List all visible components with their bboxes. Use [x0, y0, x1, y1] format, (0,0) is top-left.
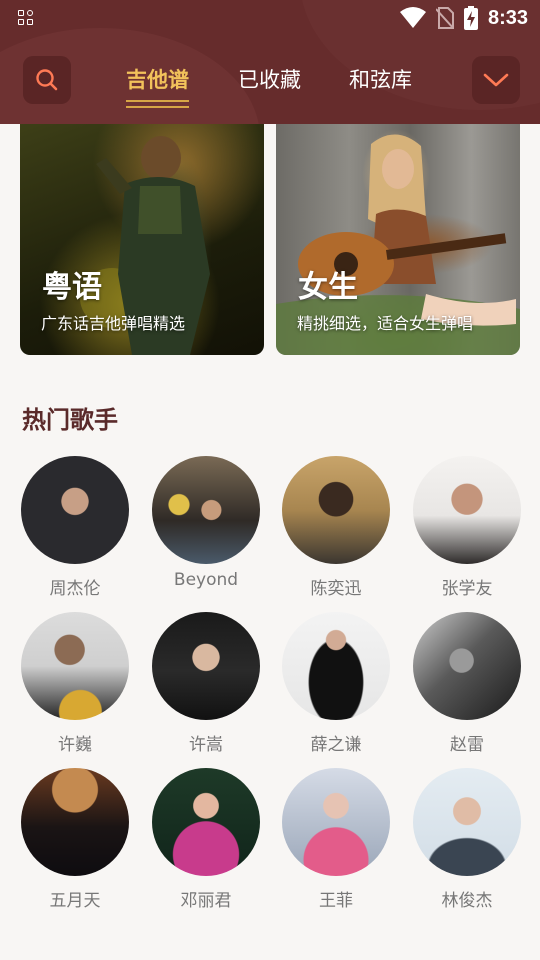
- singer-name: 许巍: [58, 735, 92, 755]
- battery-charging-icon: [463, 6, 478, 30]
- singer-item[interactable]: 林俊杰: [407, 768, 527, 911]
- singer-name: 许嵩: [189, 735, 223, 755]
- singer-name: 五月天: [49, 891, 101, 911]
- tab-favorites[interactable]: 已收藏: [238, 64, 301, 96]
- singer-name: 林俊杰: [441, 891, 493, 911]
- avatar: [152, 612, 260, 720]
- singer-name: 邓丽君: [180, 891, 232, 911]
- search-button[interactable]: [23, 56, 71, 104]
- singer-name: 周杰伦: [49, 579, 101, 599]
- singer-item[interactable]: 许嵩: [146, 612, 266, 755]
- status-bar: 8:33: [0, 0, 540, 36]
- singer-item[interactable]: 陈奕迅: [276, 456, 396, 599]
- avatar: [152, 456, 260, 564]
- singer-item[interactable]: 赵雷: [407, 612, 527, 755]
- singer-item[interactable]: 周杰伦: [15, 456, 135, 599]
- section-title-popular-singers: 热门歌手: [22, 406, 118, 434]
- category-card-female[interactable]: 女生 精挑细选，适合女生弹唱: [276, 124, 520, 355]
- singer-item[interactable]: Beyond: [146, 456, 266, 590]
- card-title: 女生: [298, 270, 358, 305]
- avatar: [413, 456, 521, 564]
- no-sim-icon: [435, 7, 454, 29]
- singer-item[interactable]: 薛之谦: [276, 612, 396, 755]
- singer-item[interactable]: 五月天: [15, 768, 135, 911]
- singer-name: 陈奕迅: [310, 579, 362, 599]
- expand-menu-button[interactable]: [472, 56, 520, 104]
- avatar: [282, 612, 390, 720]
- avatar: [152, 768, 260, 876]
- singer-item[interactable]: 王菲: [276, 768, 396, 911]
- avatar: [21, 768, 129, 876]
- tab-guitar-tabs[interactable]: 吉他谱: [126, 64, 189, 108]
- category-card-cantonese[interactable]: 粤语 广东话吉他弹唱精选: [20, 124, 264, 355]
- avatar: [21, 456, 129, 564]
- card-subtitle: 广东话吉他弹唱精选: [41, 314, 186, 333]
- tab-label: 和弦库: [349, 68, 412, 92]
- singer-name: 张学友: [441, 579, 493, 599]
- active-tab-indicator: [126, 100, 189, 108]
- singer-item[interactable]: 许巍: [15, 612, 135, 755]
- tab-label: 吉他谱: [126, 68, 189, 92]
- tab-chord-library[interactable]: 和弦库: [349, 64, 412, 96]
- singer-name: Beyond: [173, 570, 239, 590]
- search-icon: [36, 69, 58, 91]
- avatar: [282, 768, 390, 876]
- card-subtitle: 精挑细选，适合女生弹唱: [297, 314, 474, 333]
- avatar: [413, 768, 521, 876]
- wifi-icon: [399, 7, 426, 28]
- singer-item[interactable]: 张学友: [407, 456, 527, 599]
- avatar: [282, 456, 390, 564]
- avatar: [413, 612, 521, 720]
- chevron-down-icon: [483, 73, 509, 87]
- avatar: [21, 612, 129, 720]
- singer-name: 赵雷: [450, 735, 484, 755]
- singer-item[interactable]: 邓丽君: [146, 768, 266, 911]
- app-grid-icon: [18, 10, 34, 26]
- tab-label: 已收藏: [238, 68, 301, 92]
- singer-name: 王菲: [319, 891, 353, 911]
- card-title: 粤语: [42, 270, 102, 305]
- singer-name: 薛之谦: [310, 735, 362, 755]
- clock: 8:33: [487, 6, 528, 29]
- app-header: 8:33 吉他谱 已收藏 和弦库: [0, 0, 540, 124]
